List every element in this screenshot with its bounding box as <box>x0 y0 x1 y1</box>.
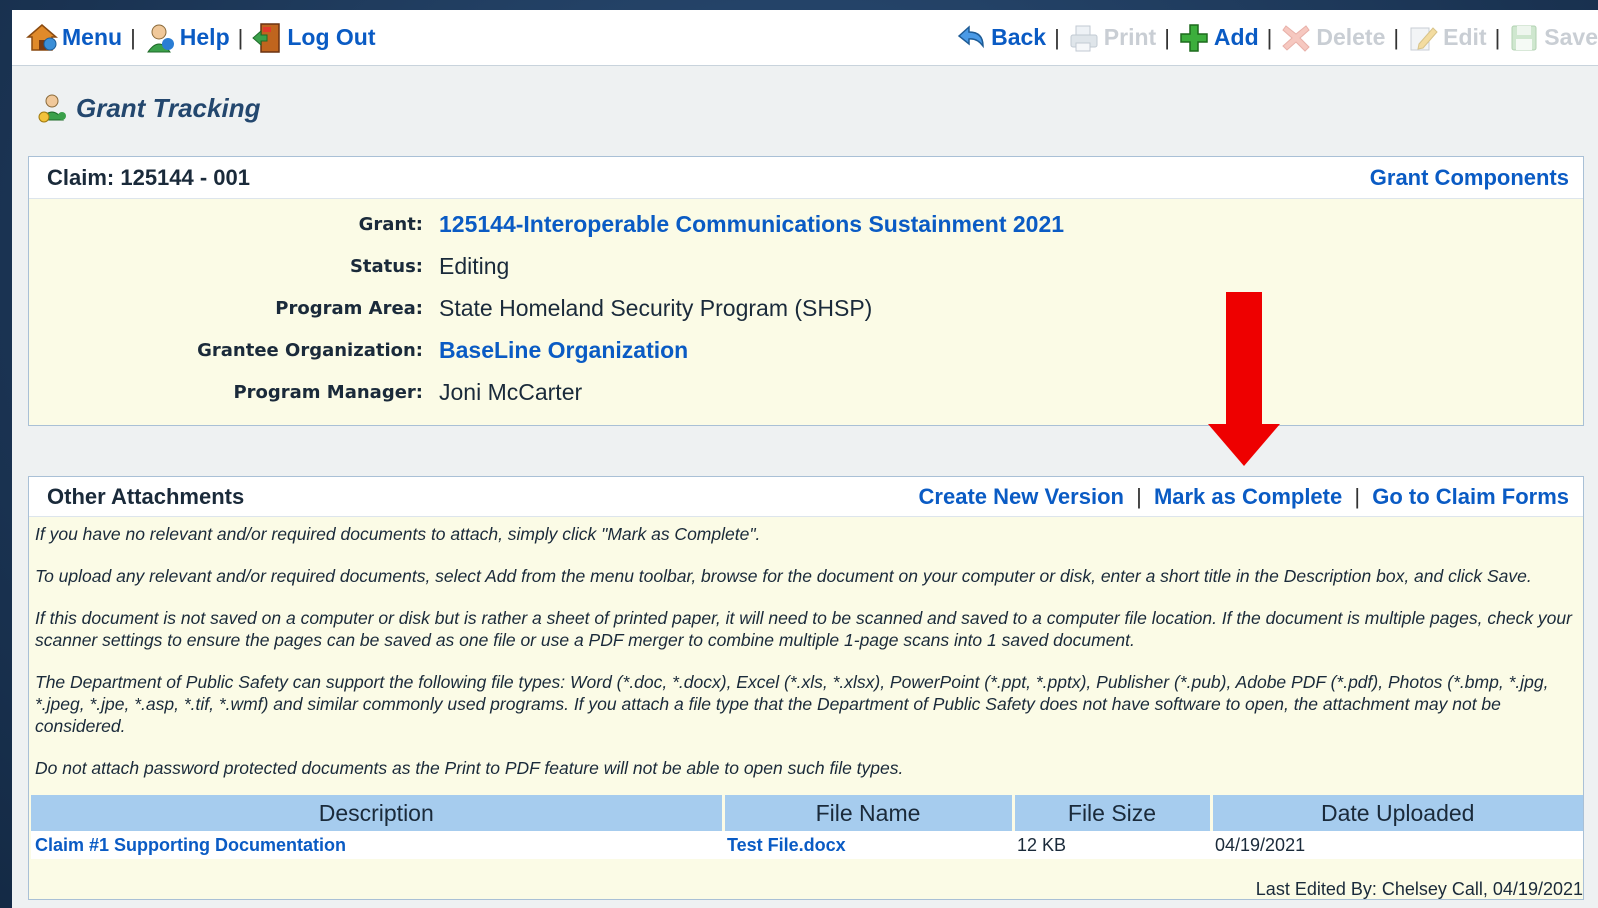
create-new-version-link[interactable]: Create New Version <box>919 484 1124 509</box>
status-field-row: Status: Editing <box>29 251 1583 281</box>
manager-field-row: Program Manager: Joni McCarter <box>29 377 1583 407</box>
edit-pencil-icon <box>1407 22 1439 54</box>
toolbar-separator: | <box>237 24 244 50</box>
back-label: Back <box>991 24 1047 50</box>
go-to-claim-forms-link[interactable]: Go to Claim Forms <box>1372 484 1569 509</box>
delete-x-icon <box>1280 22 1312 54</box>
last-edited-text: Last Edited By: Chelsey Call, 04/19/2021 <box>1255 879 1583 899</box>
toolbar: Menu | Help | Log Out Back | Print | Add… <box>12 10 1598 66</box>
help-label: Help <box>179 24 230 50</box>
page-title: Grant Tracking <box>36 92 260 124</box>
grant-label: Grant: <box>358 213 423 235</box>
grantee-link[interactable]: BaseLine Organization <box>439 337 688 364</box>
attachment-date-uploaded: 04/19/2021 <box>1211 831 1583 859</box>
save-button[interactable]: Save <box>1508 22 1598 54</box>
program-area-label: Program Area: <box>275 297 423 319</box>
instruction-paragraph: Do not attach password protected documen… <box>35 758 904 778</box>
printer-icon <box>1068 22 1100 54</box>
claim-panel: Claim: 125144 - 001 Grant Components Gra… <box>28 156 1584 426</box>
claim-title: Claim: 125144 - 001 <box>47 164 251 190</box>
attachments-panel-header: Other Attachments Create New Version | M… <box>29 477 1583 517</box>
menu-label: Menu <box>62 24 123 50</box>
toolbar-right: Back | Print | Add | Delete | Edit | Sav… <box>955 22 1598 54</box>
delete-label: Delete <box>1316 24 1386 50</box>
back-arrow-icon <box>955 22 987 54</box>
column-header-file-size[interactable]: File Size <box>1013 795 1213 831</box>
menu-button[interactable]: Menu <box>25 22 123 54</box>
attachment-description-link[interactable]: Claim #1 Supporting Documentation <box>31 831 723 859</box>
claim-panel-header: Claim: 125144 - 001 Grant Components <box>29 157 1583 199</box>
print-button[interactable]: Print <box>1068 22 1156 54</box>
attachments-panel: Other Attachments Create New Version | M… <box>28 476 1584 900</box>
page-title-text: Grant Tracking <box>76 92 261 123</box>
attachments-table: Description File Name File Size Date Upl… <box>31 795 1583 859</box>
action-separator: | <box>1136 483 1142 509</box>
edit-label: Edit <box>1443 24 1487 50</box>
manager-label: Program Manager: <box>233 381 423 403</box>
toolbar-separator: | <box>130 24 136 50</box>
toolbar-separator: | <box>1393 24 1400 50</box>
program-area-value: State Homeland Security Program (SHSP) <box>439 294 873 321</box>
column-header-date-uploaded[interactable]: Date Uploaded <box>1211 795 1583 831</box>
save-label: Save <box>1544 24 1598 50</box>
red-down-arrow-annotation <box>1208 292 1280 466</box>
help-person-icon <box>144 22 176 54</box>
status-label: Status: <box>349 255 423 277</box>
mark-as-complete-link[interactable]: Mark as Complete <box>1154 484 1342 509</box>
attachments-actions: Create New Version | Mark as Complete | … <box>919 484 1569 510</box>
grant-components-link[interactable]: Grant Components <box>1370 165 1569 191</box>
attachments-title: Other Attachments <box>47 483 245 509</box>
edit-button[interactable]: Edit <box>1407 22 1487 54</box>
column-header-description[interactable]: Description <box>31 795 725 831</box>
add-label: Add <box>1213 24 1259 50</box>
grant-tracking-icon <box>36 92 68 124</box>
attachment-file-link[interactable]: Test File.docx <box>723 831 1013 859</box>
toolbar-separator: | <box>1494 24 1501 50</box>
attachment-file-size: 12 KB <box>1013 831 1211 859</box>
toolbar-separator: | <box>1266 24 1273 50</box>
table-row: Claim #1 Supporting Documentation Test F… <box>31 831 1583 859</box>
status-value: Editing <box>439 252 510 279</box>
house-icon <box>25 22 59 54</box>
back-button[interactable]: Back <box>955 22 1046 54</box>
manager-value: Joni McCarter <box>439 378 583 405</box>
save-disk-icon <box>1508 22 1540 54</box>
table-header-row: Description File Name File Size Date Upl… <box>31 795 1583 831</box>
exit-door-icon <box>251 22 283 54</box>
instructions: If you have no relevant and/or required … <box>29 517 1583 779</box>
action-separator: | <box>1354 483 1361 509</box>
program-area-field-row: Program Area: State Homeland Security Pr… <box>29 293 1583 323</box>
toolbar-left: Menu | Help | Log Out <box>25 22 375 54</box>
log-out-button[interactable]: Log Out <box>251 22 375 54</box>
grantee-field-row: Grantee Organization: BaseLine Organizat… <box>29 335 1583 365</box>
delete-button[interactable]: Delete <box>1280 22 1385 54</box>
grantee-label: Grantee Organization: <box>197 339 423 361</box>
instruction-paragraph: If this document is not saved on a compu… <box>35 608 1572 650</box>
instruction-paragraph: To upload any relevant and/or required d… <box>35 566 1532 586</box>
add-button[interactable]: Add <box>1178 22 1259 54</box>
toolbar-separator: | <box>1054 24 1060 50</box>
print-label: Print <box>1103 24 1157 50</box>
add-plus-icon <box>1178 22 1210 54</box>
instruction-paragraph: The Department of Public Safety can supp… <box>35 672 1549 736</box>
column-header-file-name[interactable]: File Name <box>723 795 1015 831</box>
grant-field-row: Grant: 125144-Interoperable Communicatio… <box>29 209 1583 239</box>
help-button[interactable]: Help <box>144 22 230 54</box>
log-out-label: Log Out <box>287 24 376 50</box>
toolbar-separator: | <box>1164 24 1170 50</box>
instruction-paragraph: If you have no relevant and/or required … <box>35 524 761 544</box>
app-window: Menu | Help | Log Out Back | Print | Add… <box>12 10 1598 908</box>
grant-link[interactable]: 125144-Interoperable Communications Sust… <box>439 211 1064 238</box>
